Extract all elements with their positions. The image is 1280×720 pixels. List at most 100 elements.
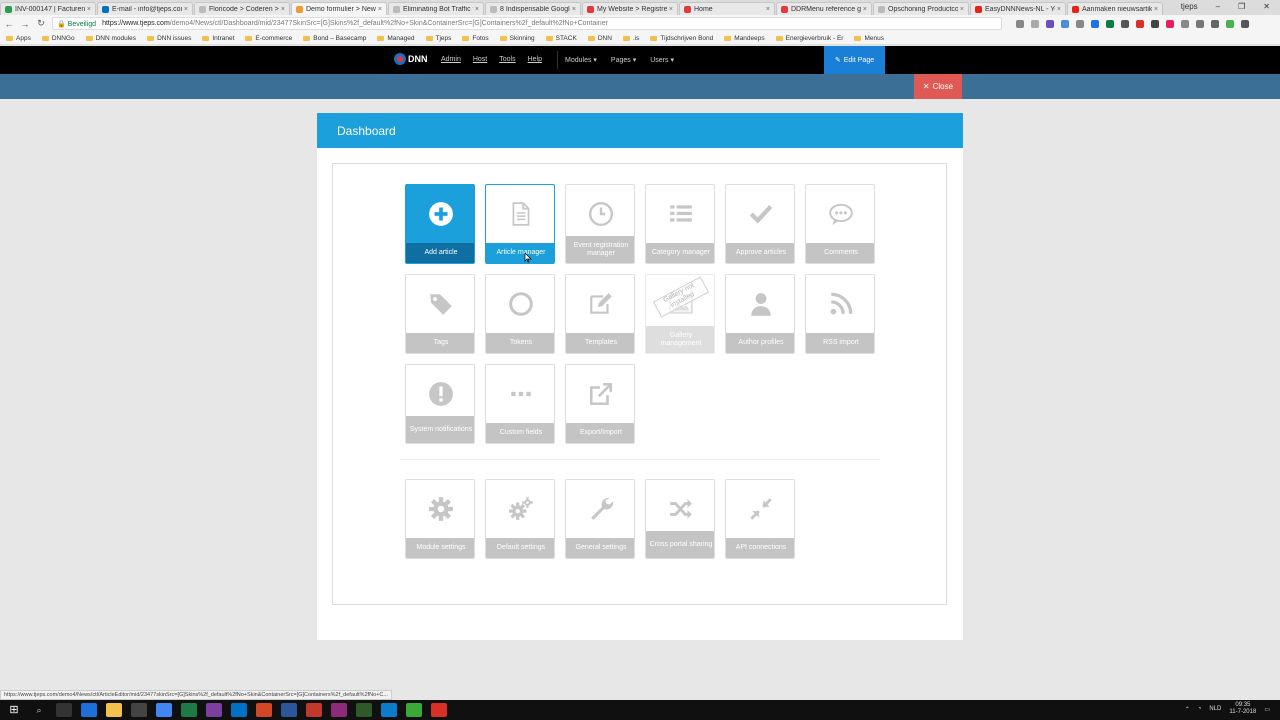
tab-close-icon[interactable]: ×	[863, 6, 867, 13]
nav-host[interactable]: Host	[473, 56, 487, 63]
extension-icon[interactable]	[1151, 19, 1159, 28]
extension-icon[interactable]	[1046, 19, 1054, 28]
tab-close-icon[interactable]: ×	[281, 6, 285, 13]
browser-tab[interactable]: Eliminating Bot Traffic fro×	[388, 2, 484, 15]
bookmark-item[interactable]: Energieverbruik - Er	[775, 35, 843, 42]
tile-default-settings[interactable]: Default settings	[485, 479, 555, 559]
tab-close-icon[interactable]: ×	[766, 6, 770, 13]
clock[interactable]: 09:35 11-7-2018	[1229, 702, 1256, 716]
tile-add-article[interactable]: Add article	[405, 184, 475, 264]
extension-icon[interactable]	[1076, 19, 1084, 28]
menu-modules[interactable]: Modules ▾	[565, 56, 597, 64]
bookmark-item[interactable]: Fotos	[462, 35, 489, 42]
task-view-icon[interactable]	[56, 703, 72, 717]
tile-gallery-management[interactable]: Gallery not installed Gallery management	[645, 274, 715, 354]
bookmark-item[interactable]: DNN issues	[147, 35, 191, 42]
browser-tab[interactable]: Opschoning Productcode×	[873, 2, 969, 15]
app-icon[interactable]	[406, 703, 422, 717]
extension-icon[interactable]	[1211, 19, 1219, 28]
vscode-icon[interactable]	[381, 703, 397, 717]
extension-icon[interactable]	[1091, 19, 1099, 28]
chrome-icon[interactable]	[156, 703, 172, 717]
onenote-icon[interactable]	[206, 703, 222, 717]
tile-event-registration-manager[interactable]: Event registration manager	[565, 184, 635, 264]
extension-icon[interactable]	[1226, 19, 1234, 28]
bookmark-item[interactable]: Managed	[377, 35, 415, 42]
bookmark-item[interactable]: Skinning	[499, 35, 535, 42]
extension-icon[interactable]	[1166, 19, 1174, 28]
nav-tools[interactable]: Tools	[499, 56, 515, 63]
menu-pages[interactable]: Pages ▾	[611, 56, 636, 64]
tab-close-icon[interactable]: ×	[572, 6, 576, 13]
explorer-icon[interactable]	[106, 703, 122, 717]
browser-tab[interactable]: Demo formulier > News ×	[291, 2, 387, 15]
tab-close-icon[interactable]: ×	[87, 6, 91, 13]
tile-module-settings[interactable]: Module settings	[405, 479, 475, 559]
bookmark-item[interactable]: Tijdschrijven Bond	[650, 35, 713, 42]
extension-icon[interactable]	[1136, 19, 1144, 28]
tab-close-icon[interactable]: ×	[475, 6, 479, 13]
powerpoint-icon[interactable]	[256, 703, 272, 717]
tile-custom-fields[interactable]: Custom fields	[485, 364, 555, 444]
dnn-logo[interactable]: DNN	[394, 53, 428, 65]
edge-icon[interactable]	[81, 703, 97, 717]
browser-tab[interactable]: Floricode > Coderen > T ×	[194, 2, 290, 15]
tile-system-notifications[interactable]: System notifications	[405, 364, 475, 444]
extension-icon[interactable]	[1121, 19, 1129, 28]
reload-icon[interactable]: ↻	[36, 18, 46, 29]
extension-icon[interactable]	[1061, 19, 1069, 28]
back-icon[interactable]: ←	[4, 19, 14, 29]
minimize-icon[interactable]: –	[1216, 2, 1220, 11]
tab-close-icon[interactable]: ×	[1154, 6, 1158, 13]
network-icon[interactable]: ⌃	[1185, 706, 1190, 713]
app-icon[interactable]	[331, 703, 347, 717]
windows-start-icon[interactable]: ⊞	[6, 703, 22, 717]
tile-api-connections[interactable]: API connections	[725, 479, 795, 559]
bookmark-item[interactable]: Bond – Basecamp	[303, 35, 366, 42]
menu-users[interactable]: Users ▾	[650, 56, 674, 64]
close-button[interactable]: ✕ Close	[914, 74, 962, 99]
extension-icon[interactable]	[1181, 19, 1189, 28]
tab-close-icon[interactable]: ×	[184, 6, 188, 13]
nav-admin[interactable]: Admin	[441, 56, 461, 63]
tab-close-icon[interactable]: ×	[1057, 6, 1061, 13]
snipping-icon[interactable]	[431, 703, 447, 717]
bookmark-item[interactable]: DNN	[587, 35, 612, 42]
tile-category-manager[interactable]: Category manager	[645, 184, 715, 264]
close-window-icon[interactable]: ✕	[1263, 2, 1270, 11]
bookmark-item[interactable]: DNN modules	[85, 35, 136, 42]
browser-tab[interactable]: Home ×	[679, 2, 775, 15]
nav-help[interactable]: Help	[528, 56, 542, 63]
bookmark-item[interactable]: Tjeps	[425, 35, 451, 42]
browser-tab[interactable]: 8 Indispensable Google ×	[485, 2, 581, 15]
filezilla-icon[interactable]	[306, 703, 322, 717]
tab-close-icon[interactable]: ×	[378, 6, 382, 13]
tile-tags[interactable]: Tags	[405, 274, 475, 354]
bookmark-item[interactable]: STACK	[545, 35, 577, 42]
tile-tokens[interactable]: Tokens	[485, 274, 555, 354]
edit-page-button[interactable]: ✎ Edit Page	[824, 46, 885, 74]
bookmark-item[interactable]: Apps	[6, 35, 31, 42]
tile-cross-portal-sharing[interactable]: Cross portal sharing	[645, 479, 715, 559]
language-indicator[interactable]: NLD	[1209, 706, 1221, 712]
maximize-icon[interactable]: ❐	[1238, 2, 1245, 11]
menu-icon[interactable]	[1241, 19, 1249, 28]
browser-tab[interactable]: My Website > Registrer ×	[582, 2, 678, 15]
excel-icon[interactable]	[181, 703, 197, 717]
bookmark-item[interactable]: DNNGo	[41, 35, 75, 42]
notepad-icon[interactable]	[356, 703, 372, 717]
bookmark-item[interactable]: .is	[622, 35, 639, 42]
volume-icon[interactable]: ◔	[1198, 706, 1202, 712]
tile-author-profiles[interactable]: Author profiles	[725, 274, 795, 354]
tile-approve-articles[interactable]: Approve articles	[725, 184, 795, 264]
search-icon[interactable]: ⌕	[31, 703, 47, 717]
extension-icon[interactable]	[1106, 19, 1114, 28]
browser-tab[interactable]: Aanmaken nieuwsartikel ×	[1067, 2, 1163, 15]
translate-icon[interactable]	[1016, 19, 1024, 28]
outlook-icon[interactable]	[231, 703, 247, 717]
url-input[interactable]: 🔒 Beveiligd https://www.tjeps.com/demo4/…	[52, 17, 1002, 30]
word-icon[interactable]	[281, 703, 297, 717]
forward-icon[interactable]: →	[20, 19, 30, 29]
store-icon[interactable]	[131, 703, 147, 717]
bookmark-item[interactable]: Mandeeps	[724, 35, 765, 42]
